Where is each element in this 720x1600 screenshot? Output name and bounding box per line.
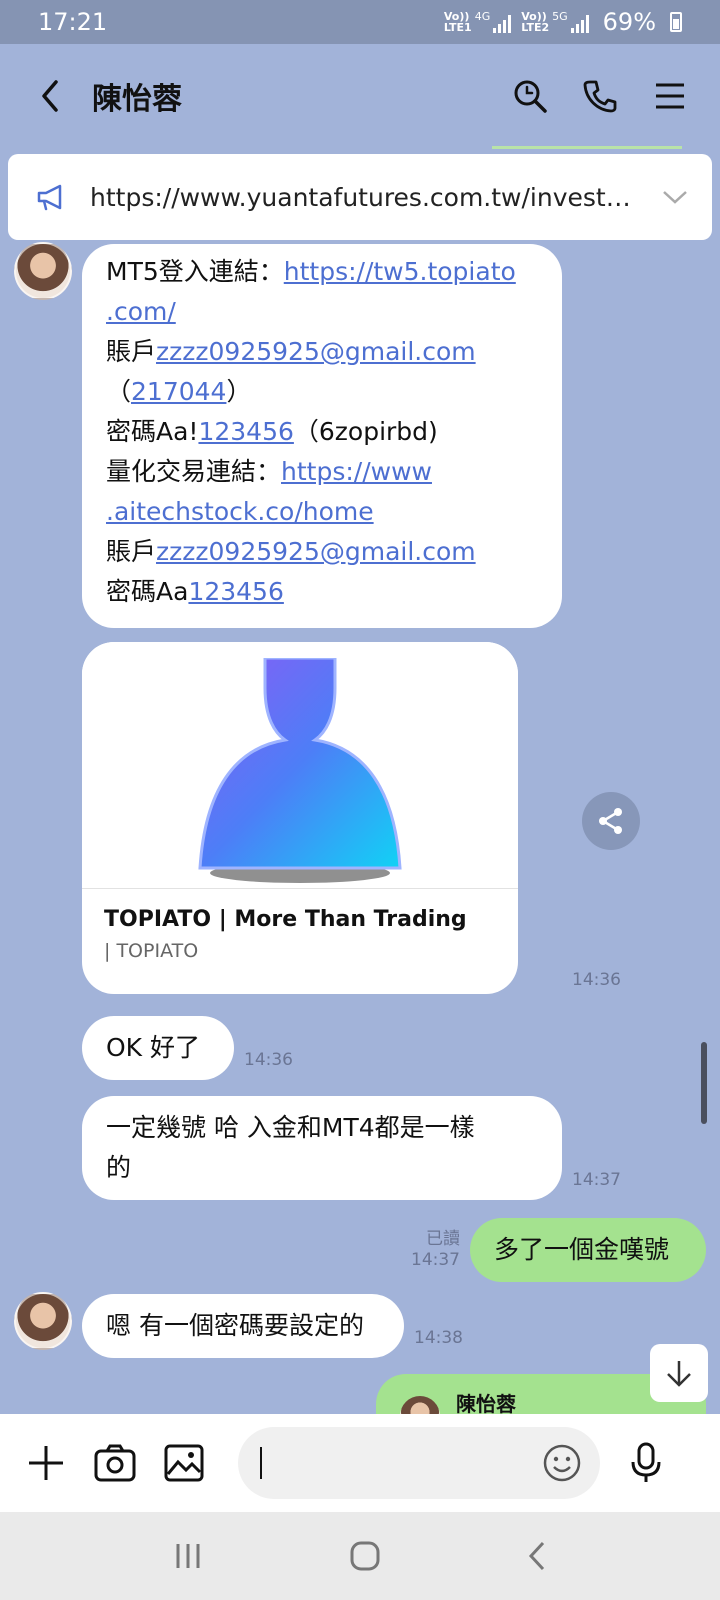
message-link[interactable]: .com/ xyxy=(106,297,176,326)
add-button[interactable] xyxy=(26,1441,66,1485)
sim1-network-label: 4G xyxy=(474,10,491,23)
message-time: 14:37 xyxy=(572,1170,621,1190)
message-time: 14:37 xyxy=(411,1250,460,1270)
link-preview-title: TOPIATO | More Than Trading xyxy=(104,907,467,932)
signal-bars-icon xyxy=(493,15,512,33)
sim2-network-label: 5G xyxy=(552,10,568,23)
message-text: OK 好了 xyxy=(106,1033,201,1062)
message-bubble[interactable]: OK 好了 xyxy=(82,1016,234,1080)
message-time: 14:38 xyxy=(414,1328,463,1348)
search-icon xyxy=(514,80,547,113)
camera-button[interactable] xyxy=(94,1441,136,1485)
share-icon xyxy=(599,808,622,834)
contact-avatar[interactable] xyxy=(14,242,72,300)
message-link[interactable]: https://www xyxy=(281,457,432,486)
recent-apps-icon[interactable] xyxy=(173,1542,203,1570)
message-line: 賬戶zzzz0925925@gmail.com xyxy=(106,337,476,366)
message-link[interactable]: zzzz0925925@gmail.com xyxy=(156,537,476,566)
message-link[interactable]: zzzz0925925@gmail.com xyxy=(156,337,476,366)
signal-bars-icon xyxy=(570,15,589,33)
voice-button[interactable] xyxy=(626,1441,666,1485)
message-text: 一定幾號 哈 入金和MT4都是一樣 xyxy=(106,1113,475,1142)
message-bubble-credentials[interactable]: MT5登入連結：https://tw5.topiato .com/ 賬戶zzzz… xyxy=(82,244,562,628)
back-nav-icon[interactable] xyxy=(527,1540,547,1572)
person-icon xyxy=(198,658,402,883)
quoted-avatar xyxy=(400,1396,440,1414)
message-text: 多了一個金嘆號 xyxy=(494,1235,670,1264)
message-link[interactable]: 217044 xyxy=(131,377,226,406)
link-preview-image xyxy=(82,642,518,888)
gallery-button[interactable] xyxy=(164,1441,204,1485)
back-button[interactable] xyxy=(30,76,70,116)
sim1-signal: Vo)) LTE1 4G xyxy=(443,10,512,34)
scroll-indicator[interactable] xyxy=(701,1042,707,1124)
image-icon xyxy=(164,1444,204,1482)
message-line: （217044） xyxy=(106,377,252,406)
message-line: 密碼Aa!123456（6zopirbd) xyxy=(106,417,438,446)
plus-icon xyxy=(29,1446,64,1480)
announcement-banner[interactable]: https://www.yuantafutures.com.tw/investm… xyxy=(8,154,712,240)
search-button[interactable] xyxy=(510,76,550,116)
message-bubble[interactable]: 嗯 有一個密碼要設定的 xyxy=(82,1294,404,1358)
message-input-bar xyxy=(0,1414,720,1512)
signal-indicators: Vo)) LTE1 4G Vo)) LTE2 5G 69% xyxy=(443,7,682,36)
phone-icon xyxy=(583,80,617,113)
message-link[interactable]: 123456 xyxy=(198,417,293,446)
contact-avatar[interactable] xyxy=(14,1292,72,1350)
menu-icon xyxy=(656,83,684,109)
message-bubble[interactable]: 一定幾號 哈 入金和MT4都是一樣 的 xyxy=(82,1096,562,1200)
chevron-down-icon[interactable] xyxy=(662,189,688,205)
battery-icon xyxy=(670,12,682,32)
chat-title: 陳怡蓉 xyxy=(92,82,182,117)
share-button[interactable] xyxy=(582,792,640,850)
read-receipt: 已讀 xyxy=(426,1229,460,1249)
link-preview-card[interactable]: TOPIATO | More Than Trading | TOPIATO xyxy=(82,642,518,994)
message-line: 密碼Aa123456 xyxy=(106,577,284,606)
text-cursor xyxy=(260,1447,263,1479)
message-link[interactable]: .aitechstock.co/home xyxy=(106,497,374,526)
sim2-signal: Vo)) LTE2 5G xyxy=(521,10,589,34)
link-preview-source: | TOPIATO xyxy=(104,940,199,962)
call-button[interactable] xyxy=(580,76,620,116)
message-text: 的 xyxy=(106,1153,132,1182)
announcement-url[interactable]: https://www.yuantafutures.com.tw/investm… xyxy=(90,183,644,212)
megaphone-icon xyxy=(37,184,62,211)
message-text: 嗯 有一個密碼要設定的 xyxy=(106,1311,364,1340)
message-input[interactable] xyxy=(238,1427,600,1499)
message-line: .com/ xyxy=(106,292,538,332)
menu-button[interactable] xyxy=(650,76,690,116)
message-time: 14:36 xyxy=(244,1050,293,1070)
chat-header: 陳怡蓉 xyxy=(0,44,720,148)
message-link[interactable]: https://tw5.topiato xyxy=(284,257,516,286)
header-accent-line xyxy=(492,146,682,149)
sim2-lte-label: LTE2 xyxy=(521,21,550,34)
message-time: 14:36 xyxy=(572,970,621,990)
back-icon xyxy=(42,80,58,112)
message-line: .aitechstock.co/home xyxy=(106,492,538,532)
message-line: 量化交易連結：https://www xyxy=(106,457,432,486)
home-icon[interactable] xyxy=(349,1540,381,1572)
status-bar: 17:21 Vo)) LTE1 4G Vo)) LTE2 5G 69% xyxy=(0,0,720,44)
message-link[interactable]: 123456 xyxy=(188,577,283,606)
quoted-sender-name: 陳怡蓉 xyxy=(456,1392,516,1414)
mic-icon xyxy=(631,1442,661,1482)
scroll-to-bottom-button[interactable] xyxy=(650,1344,708,1402)
status-time: 17:21 xyxy=(38,8,108,36)
arrow-down-icon xyxy=(667,1361,691,1387)
system-navigation-bar xyxy=(0,1512,720,1600)
message-line: MT5登入連結：https://tw5.topiato xyxy=(106,257,516,286)
sim1-lte-label: LTE1 xyxy=(443,21,472,34)
battery-percentage: 69% xyxy=(602,7,656,36)
emoji-icon[interactable] xyxy=(542,1443,582,1483)
camera-icon xyxy=(94,1444,136,1482)
message-line: 賬戶zzzz0925925@gmail.com xyxy=(106,537,476,566)
message-bubble-outgoing[interactable]: 多了一個金嘆號 xyxy=(470,1218,706,1282)
